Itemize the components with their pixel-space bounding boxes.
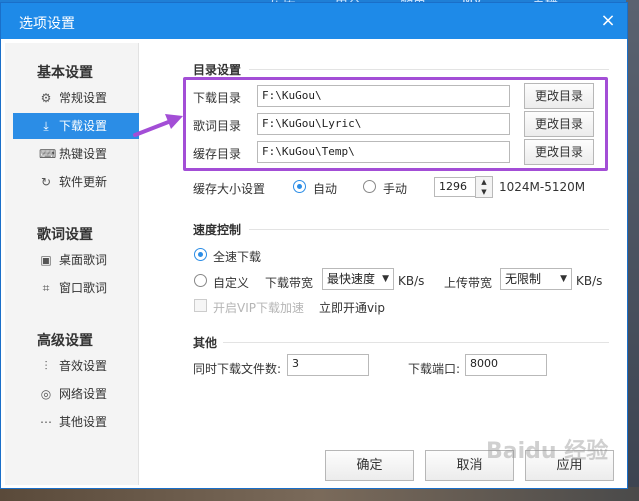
title-bar: 选项设置 × (1, 3, 627, 39)
download-port-input[interactable]: 8000 (465, 354, 547, 376)
sidebar-item-label: 网络设置 (59, 387, 108, 401)
sidebar-item-other[interactable]: ⋯ 其他设置 (13, 409, 139, 435)
sidebar-item-general[interactable]: ⚙ 常规设置 (13, 85, 139, 111)
cache-auto-radio[interactable] (293, 180, 306, 193)
sidebar-item-label: 软件更新 (59, 175, 108, 189)
cache-size-stepper[interactable]: ▲ ▼ (475, 176, 493, 198)
vip-accel-checkbox[interactable] (194, 299, 207, 312)
upload-bw-unit: KB/s (576, 274, 603, 288)
section-title-other: 其他 (193, 336, 218, 350)
stepper-down-icon[interactable]: ▼ (476, 187, 492, 197)
sidebar-item-label: 常规设置 (59, 91, 108, 105)
sidebar-item-label: 热键设置 (59, 147, 108, 161)
cache-manual-label: 手动 (383, 182, 408, 196)
sidebar-item-download[interactable]: ⤓ 下载设置 (13, 113, 139, 139)
sidebar-item-label: 音效设置 (59, 359, 108, 373)
gear-icon: ⚙ (40, 91, 52, 105)
download-bw-value: 最快速度 (327, 272, 376, 286)
upload-bw-label: 上传带宽 (444, 276, 493, 290)
cache-manual-radio[interactable] (363, 180, 376, 193)
sidebar-item-sound[interactable]: ⫶ 音效设置 (13, 353, 139, 379)
section-divider (249, 69, 609, 70)
close-button[interactable]: × (597, 10, 619, 32)
upload-bw-value: 无限制 (505, 272, 542, 286)
vip-accel-label: 开启VIP下载加速 (213, 301, 304, 315)
cache-range-hint: 1024M-5120M (499, 180, 586, 194)
sidebar-item-label: 桌面歌词 (59, 253, 108, 267)
more-icon: ⋯ (40, 415, 52, 429)
cache-size-label: 缓存大小设置 (193, 182, 266, 196)
stepper-up-icon[interactable]: ▲ (476, 177, 492, 187)
download-bw-label: 下载带宽 (265, 276, 314, 290)
background-app-bottom (0, 487, 639, 501)
update-icon: ↻ (40, 175, 52, 189)
chevron-down-icon: ▼ (382, 274, 389, 284)
sidebar-item-window-lyric[interactable]: ⌗ 窗口歌词 (13, 275, 139, 301)
group-title-basic: 基本设置 (37, 65, 93, 81)
section-title-speed: 速度控制 (193, 223, 242, 237)
dialog-title: 选项设置 (19, 16, 75, 32)
custom-speed-radio[interactable] (194, 274, 207, 287)
download-bw-unit: KB/s (398, 274, 425, 288)
open-vip-link[interactable]: 立即开通vip (319, 299, 385, 316)
sidebar-item-label: 下载设置 (59, 119, 108, 133)
download-port-label: 下载端口: (408, 362, 461, 376)
annotation-arrow-icon (133, 114, 183, 137)
full-speed-label: 全速下载 (213, 250, 262, 264)
desktop-lyric-icon: ▣ (40, 253, 52, 267)
options-dialog: 选项设置 × 基本设置 ⚙ 常规设置 ⤓ 下载设置 ⌨ 热键设置 ↻ 软件更新 … (0, 2, 628, 489)
cache-auto-label: 自动 (313, 182, 338, 196)
group-title-lyric: 歌词设置 (37, 227, 93, 243)
sidebar-item-hotkey[interactable]: ⌨ 热键设置 (13, 141, 139, 167)
sidebar-item-label: 窗口歌词 (59, 281, 108, 295)
concurrent-downloads-input[interactable]: 3 (287, 354, 369, 376)
sidebar-item-network[interactable]: ◎ 网络设置 (13, 381, 139, 407)
sidebar-item-desktop-lyric[interactable]: ▣ 桌面歌词 (13, 247, 139, 273)
annotation-highlight-box (183, 77, 608, 171)
keyboard-icon: ⌨ (39, 147, 57, 161)
equalizer-icon: ⫶ (44, 359, 48, 373)
upload-bw-select[interactable]: 无限制 ▼ (500, 268, 572, 290)
cache-size-input[interactable]: 1296 (434, 177, 476, 197)
custom-speed-label: 自定义 (213, 276, 250, 290)
section-divider (249, 229, 609, 230)
sidebar-item-update[interactable]: ↻ 软件更新 (13, 169, 139, 195)
section-divider (223, 342, 609, 343)
chevron-down-icon: ▼ (560, 274, 567, 284)
sidebar: 基本设置 ⚙ 常规设置 ⤓ 下载设置 ⌨ 热键设置 ↻ 软件更新 歌词设置 ▣ … (5, 43, 139, 485)
download-bw-select[interactable]: 最快速度 ▼ (322, 268, 394, 290)
ok-button[interactable]: 确定 (325, 450, 414, 481)
full-speed-radio[interactable] (194, 248, 207, 261)
section-title-directory: 目录设置 (193, 63, 242, 77)
group-title-advanced: 高级设置 (37, 333, 93, 349)
network-icon: ◎ (40, 387, 52, 401)
concurrent-downloads-label: 同时下载文件数: (193, 362, 282, 376)
sidebar-item-label: 其他设置 (59, 415, 108, 429)
window-lyric-icon: ⌗ (42, 281, 50, 295)
watermark: Baidu 经验 (486, 439, 609, 464)
download-icon: ⤓ (43, 119, 49, 133)
